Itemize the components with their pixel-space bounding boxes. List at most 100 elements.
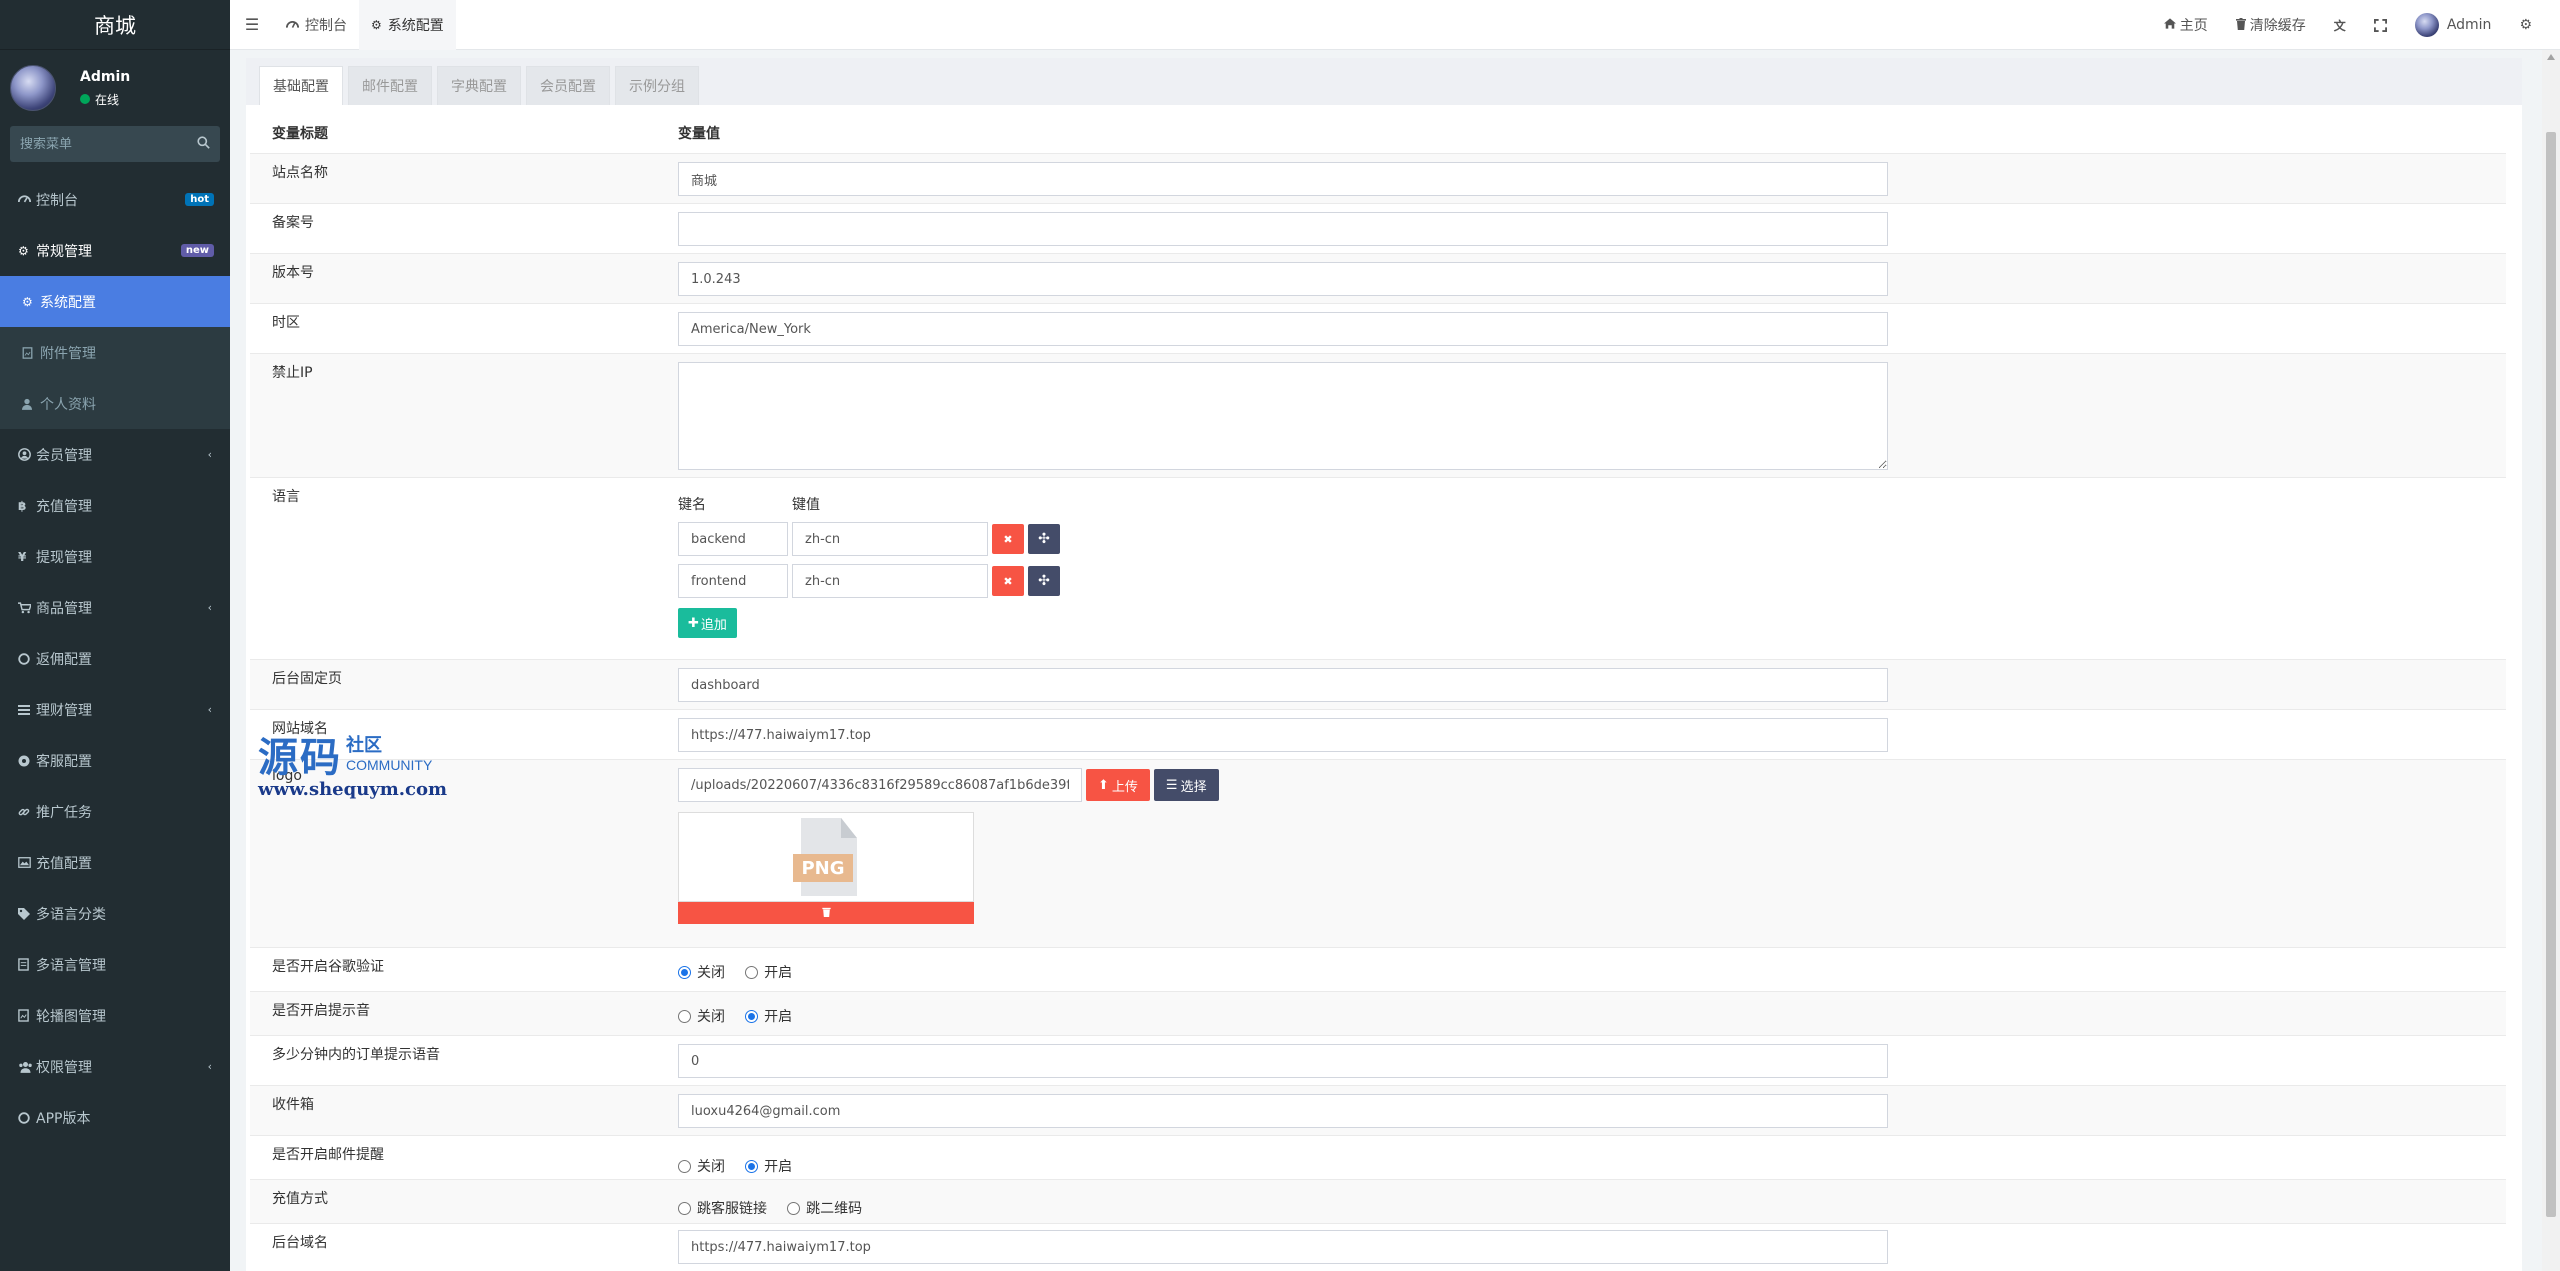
drag-move-button[interactable]: ✣: [1028, 524, 1060, 554]
clear-cache-button[interactable]: 清除缓存: [2222, 15, 2320, 35]
language-switch-icon[interactable]: 文: [2320, 17, 2360, 34]
tab-basic-config[interactable]: 基础配置: [259, 66, 343, 105]
sidebar-item-promotion[interactable]: 推广任务: [0, 786, 230, 837]
tab-system-config[interactable]: ⚙ 系统配置: [359, 0, 456, 50]
bitcoin-icon: ฿: [18, 498, 27, 513]
gear-icon: ⚙: [22, 294, 33, 309]
config-tabs: 基础配置 邮件配置 字典配置 会员配置 示例分组: [246, 58, 2522, 105]
logo-path-input[interactable]: [678, 768, 1082, 802]
circle-o-icon: [18, 1111, 36, 1124]
dashboard-icon: [18, 193, 36, 206]
beian-input[interactable]: [678, 212, 1888, 246]
upload-button[interactable]: ⬆ 上传: [1086, 769, 1150, 801]
row-logo: logo ⬆上传 ☰选择 PNG: [250, 759, 2506, 947]
search-icon[interactable]: [197, 135, 210, 153]
list-icon: [18, 704, 36, 716]
link-icon: [18, 806, 36, 818]
sidebar-item-withdraw[interactable]: ¥ 提现管理: [0, 531, 230, 582]
kv-key-input[interactable]: [678, 522, 788, 556]
user-name: Admin: [80, 68, 131, 85]
label-language: 语言: [272, 489, 300, 505]
user-icon: [22, 398, 40, 410]
delete-logo-button[interactable]: [678, 902, 974, 924]
kv-value-input[interactable]: [792, 522, 988, 556]
tab-example-group[interactable]: 示例分组: [615, 66, 699, 105]
sidebar-item-permissions[interactable]: 权限管理 ‹: [0, 1041, 230, 1092]
chevron-left-icon: ‹: [207, 703, 212, 716]
label-site-name: 站点名称: [272, 165, 328, 181]
append-button[interactable]: ✚ 追加: [678, 608, 737, 638]
site-domain-input[interactable]: [678, 718, 1888, 752]
avatar: [10, 65, 56, 111]
tab-mail-config[interactable]: 邮件配置: [348, 66, 432, 105]
row-mail-notify: 是否开启邮件提醒 关闭 开启: [250, 1135, 2506, 1179]
inbox-input[interactable]: [678, 1094, 1888, 1128]
sidebar-item-dashboard[interactable]: 控制台 hot: [0, 174, 230, 225]
sidebar-item-members[interactable]: 会员管理 ‹: [0, 429, 230, 480]
config-form: 变量标题 变量值 站点名称 备案号 版本号 时区 禁止IP 语言 键名键值: [250, 113, 2506, 1271]
forbidden-ip-textarea[interactable]: [678, 362, 1888, 470]
sidebar-item-lang-category[interactable]: 多语言分类: [0, 888, 230, 939]
sidebar-item-commission[interactable]: 返佣配置: [0, 633, 230, 684]
plus-icon: ✚: [688, 615, 699, 631]
list-icon: ☰: [1165, 777, 1178, 793]
sidebar-item-app-version[interactable]: APP版本: [0, 1092, 230, 1143]
drag-move-button[interactable]: ✣: [1028, 566, 1060, 596]
kv-key-input[interactable]: [678, 564, 788, 598]
sidebar-item-system-config[interactable]: ⚙ 系统配置: [0, 276, 230, 327]
sidebar-item-products[interactable]: 商品管理 ‹: [0, 582, 230, 633]
sidebar-item-carousel[interactable]: 轮播图管理: [0, 990, 230, 1041]
remove-row-button[interactable]: ✖: [992, 524, 1024, 554]
sidebar-item-finance[interactable]: 理财管理 ‹: [0, 684, 230, 735]
home-icon: [2163, 18, 2176, 32]
select-button[interactable]: ☰ 选择: [1153, 769, 1219, 801]
user-menu[interactable]: Admin: [2401, 13, 2506, 37]
kv-row: ✖ ✣: [678, 564, 1060, 598]
tab-dashboard[interactable]: 控制台: [274, 0, 359, 50]
app-logo[interactable]: 商城: [0, 0, 230, 50]
label-recharge-method: 充值方式: [272, 1191, 328, 1207]
shopping-cart-icon: [18, 601, 36, 614]
sidebar-item-recharge[interactable]: ฿充值管理: [0, 480, 230, 531]
tab-member-config[interactable]: 会员配置: [526, 66, 610, 105]
logo-preview[interactable]: PNG: [678, 812, 974, 902]
scroll-up-icon[interactable]: [2547, 54, 2555, 60]
fixed-page-input[interactable]: [678, 668, 1888, 702]
row-recharge-method: 充值方式 跳客服链接 跳二维码: [250, 1179, 2506, 1223]
remove-row-button[interactable]: ✖: [992, 566, 1024, 596]
sound-off-radio[interactable]: 关闭: [678, 1006, 725, 1026]
label-admin-domain: 后台域名: [272, 1235, 328, 1251]
search-input[interactable]: [20, 136, 170, 152]
google-auth-off-radio[interactable]: 关闭: [678, 962, 725, 982]
row-timezone: 时区: [250, 303, 2506, 353]
version-input[interactable]: [678, 262, 1888, 296]
mail-notify-off-radio[interactable]: 关闭: [678, 1156, 725, 1176]
mail-notify-on-radio[interactable]: 开启: [745, 1156, 792, 1176]
google-auth-on-radio[interactable]: 开启: [745, 962, 792, 982]
sound-on-radio[interactable]: 开启: [745, 1006, 792, 1026]
recharge-service-link-radio[interactable]: 跳客服链接: [678, 1198, 767, 1218]
sound-minutes-input[interactable]: [678, 1044, 1888, 1078]
page-scrollbar[interactable]: [2542, 50, 2560, 1271]
menu-toggle-icon[interactable]: ☰: [230, 15, 274, 34]
home-link[interactable]: 主页: [2150, 15, 2222, 35]
timezone-input[interactable]: [678, 312, 1888, 346]
scroll-thumb[interactable]: [2546, 132, 2556, 1217]
sidebar-item-customer-service[interactable]: 客服配置: [0, 735, 230, 786]
sidebar-item-profile[interactable]: 个人资料: [0, 378, 230, 429]
sidebar-item-recharge-config[interactable]: 充值配置: [0, 837, 230, 888]
sidebar-item-lang-manage[interactable]: 多语言管理: [0, 939, 230, 990]
settings-cogs-icon[interactable]: ⚙: [2505, 17, 2560, 33]
site-name-input[interactable]: [678, 162, 1888, 196]
fullscreen-icon[interactable]: [2360, 18, 2401, 32]
sidebar-item-attachments[interactable]: 附件管理: [0, 327, 230, 378]
label-timezone: 时区: [272, 315, 300, 331]
recharge-qrcode-radio[interactable]: 跳二维码: [787, 1198, 862, 1218]
kv-value-input[interactable]: [792, 564, 988, 598]
admin-domain-input[interactable]: [678, 1230, 1888, 1264]
sidebar-item-general[interactable]: ⚙ 常规管理 new: [0, 225, 230, 276]
tab-dictionary-config[interactable]: 字典配置: [437, 66, 521, 105]
label-inbox: 收件箱: [272, 1097, 314, 1113]
row-sound-minutes: 多少分钟内的订单提示语音: [250, 1035, 2506, 1085]
row-version: 版本号: [250, 253, 2506, 303]
